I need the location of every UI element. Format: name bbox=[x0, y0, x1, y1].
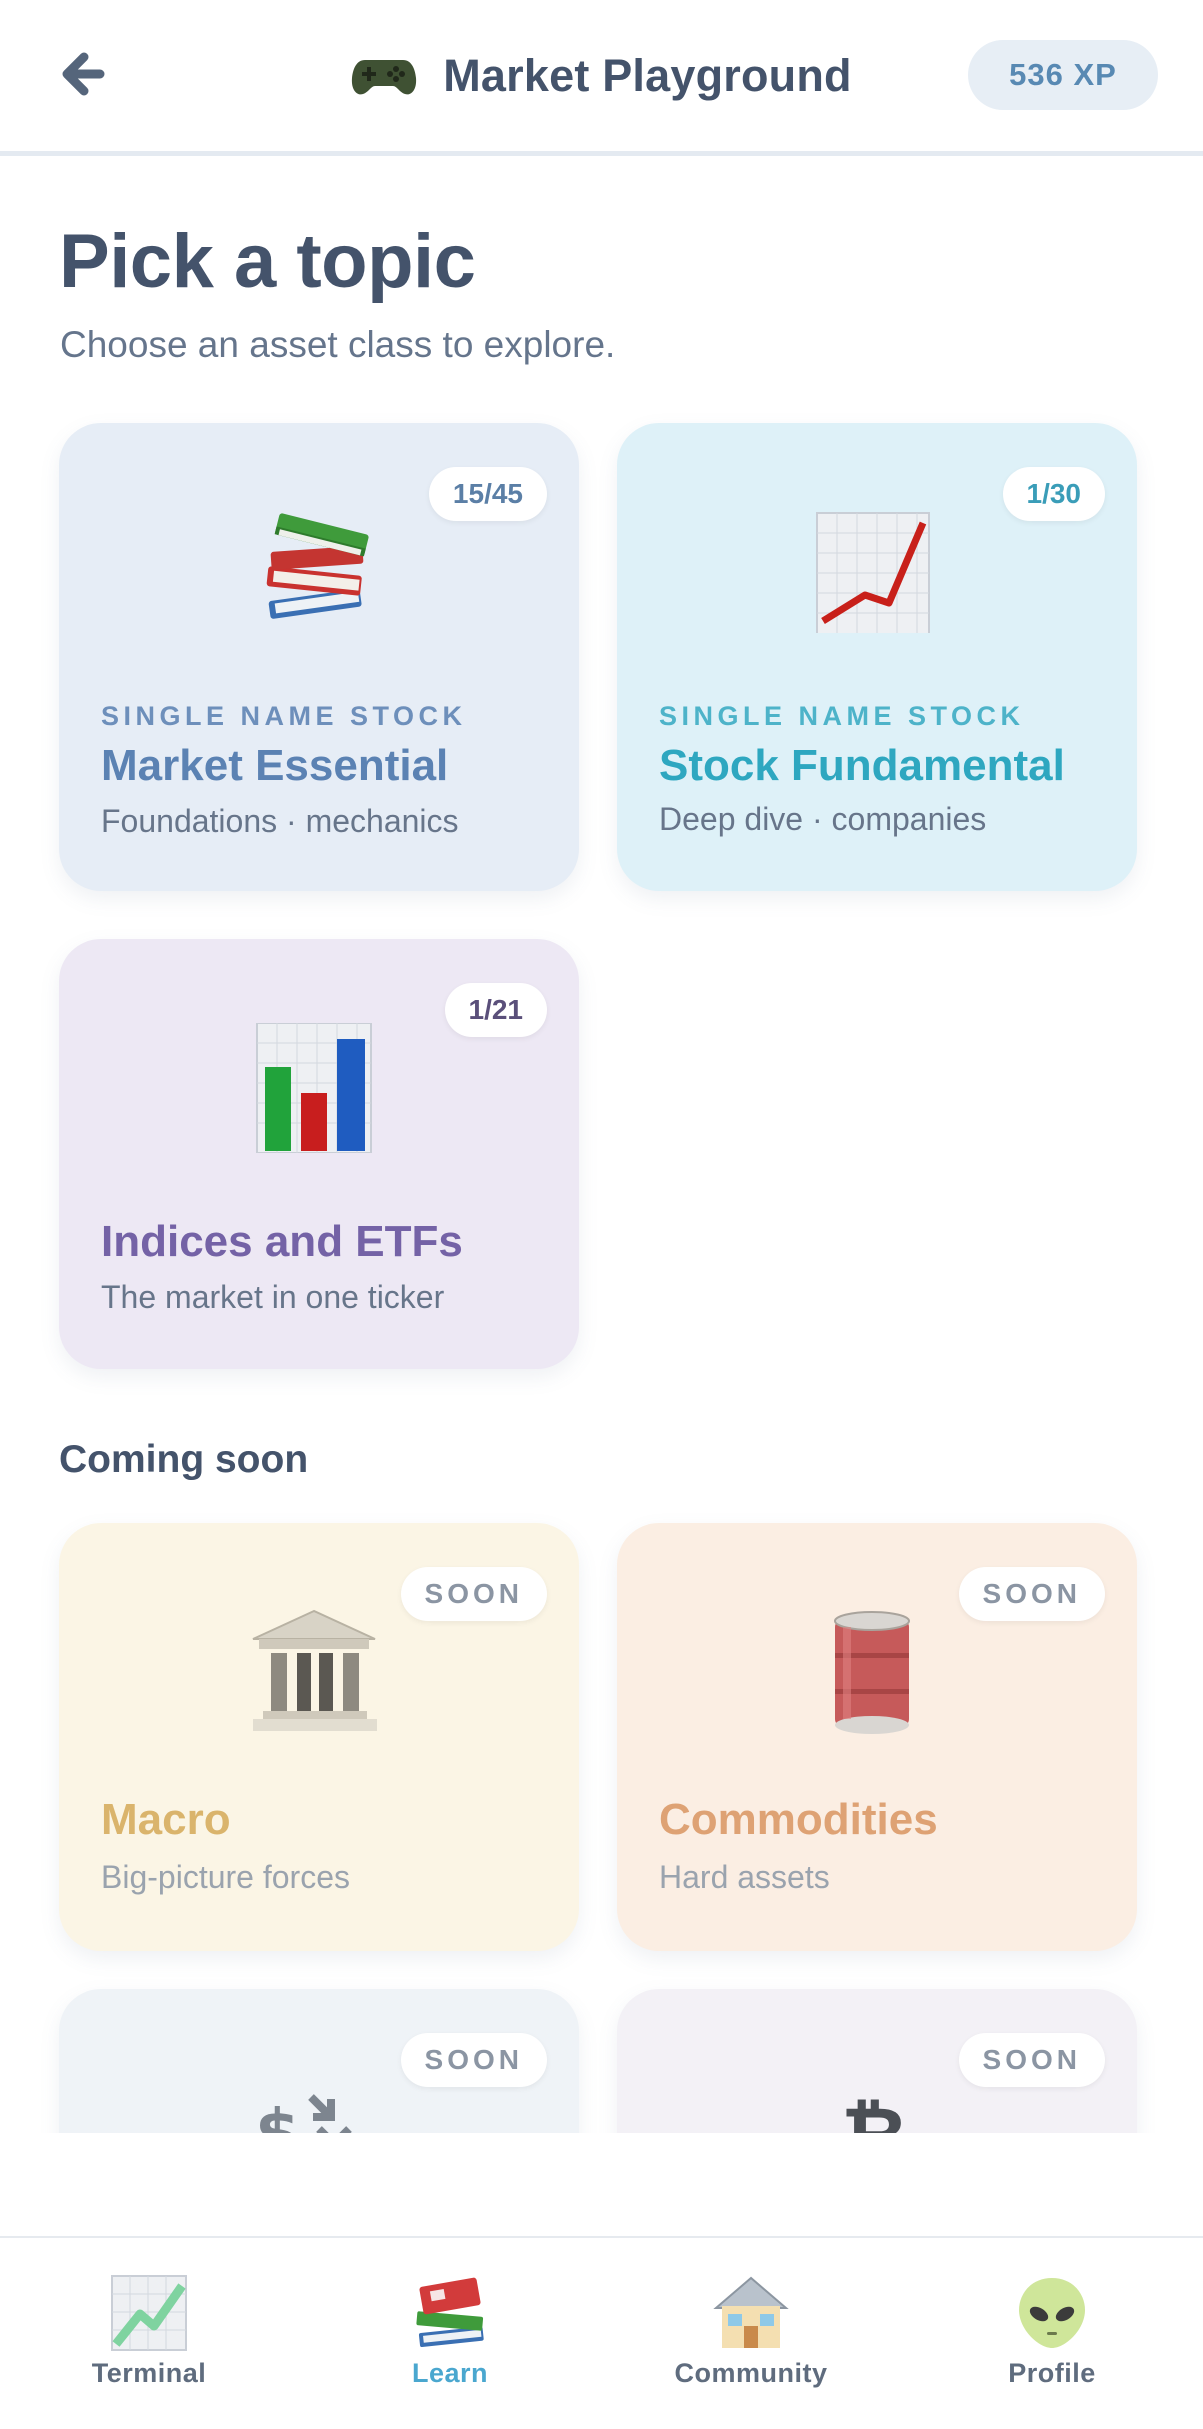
progress-badge: 1/21 bbox=[444, 983, 547, 1037]
topic-description: Deep dive · companies bbox=[659, 801, 987, 837]
house-icon bbox=[713, 2276, 789, 2348]
books-icon bbox=[249, 503, 379, 633]
topic-name: Indices and ETFs bbox=[101, 1217, 463, 1266]
bottom-nav: Terminal Learn Community Profile bbox=[0, 2236, 1203, 2429]
nav-item-community[interactable]: Community bbox=[631, 2274, 871, 2404]
chart-up-icon bbox=[807, 503, 937, 633]
page-title: Pick a topic bbox=[59, 219, 476, 304]
topic-card-commodities[interactable]: SOON Commodities Hard assets bbox=[617, 1523, 1137, 1951]
books-icon bbox=[416, 2277, 484, 2347]
topic-kicker: SINGLE NAME STOCK bbox=[101, 701, 467, 731]
classical-building-icon bbox=[249, 1607, 379, 1737]
page: Market Playground 536 XP Pick a topic Ch… bbox=[0, 0, 1203, 2429]
nav-item-profile[interactable]: Profile bbox=[932, 2274, 1172, 2404]
alien-icon bbox=[1019, 2278, 1085, 2348]
top-bar: Market Playground 536 XP bbox=[0, 0, 1203, 156]
nav-item-learn[interactable]: Learn bbox=[330, 2274, 570, 2404]
topic-name: Market Essential bbox=[101, 741, 449, 790]
topic-card-stock-fundamental[interactable]: 1/30 SINGLE NAME STOCK Stock Fundamental… bbox=[617, 423, 1137, 891]
gamepad-icon bbox=[351, 54, 417, 98]
nav-label: Community bbox=[674, 2358, 828, 2388]
chart-icon bbox=[111, 2275, 187, 2351]
xp-badge[interactable]: 536 XP bbox=[968, 40, 1158, 110]
topic-description: Foundations · mechanics bbox=[101, 803, 459, 839]
app-title: Market Playground bbox=[443, 50, 852, 101]
topic-description: The market in one ticker bbox=[101, 1279, 445, 1315]
topic-name: Commodities bbox=[659, 1795, 938, 1844]
nav-label: Profile bbox=[1008, 2358, 1096, 2388]
bar-chart-icon bbox=[249, 1023, 379, 1153]
nav-item-terminal[interactable]: Terminal bbox=[29, 2274, 269, 2404]
topic-card-macro[interactable]: SOON Macro Big-picture forces bbox=[59, 1523, 579, 1951]
progress-badge: 15/45 bbox=[428, 467, 547, 521]
soon-badge: SOON bbox=[400, 2033, 547, 2087]
progress-badge: 1/30 bbox=[1002, 467, 1105, 521]
soon-badge: SOON bbox=[400, 1567, 547, 1621]
topic-description: Big-picture forces bbox=[101, 1859, 350, 1895]
topic-card-market-essential[interactable]: 15/45 SINGLE NAME STOCK Market Essential… bbox=[59, 423, 579, 891]
nav-label: Terminal bbox=[91, 2358, 207, 2388]
nav-label: Learn bbox=[411, 2358, 489, 2388]
coming-soon-heading: Coming soon bbox=[59, 1438, 309, 1481]
oil-drum-icon bbox=[807, 1607, 937, 1737]
topic-card-indices-etfs[interactable]: 1/21 Indices and ETFs The market in one … bbox=[59, 939, 579, 1369]
page-subtitle: Choose an asset class to explore. bbox=[60, 324, 616, 365]
soon-badge: SOON bbox=[958, 2033, 1105, 2087]
scroll-fade bbox=[0, 2133, 1203, 2238]
topic-name: Macro bbox=[101, 1795, 231, 1844]
soon-badge: SOON bbox=[958, 1567, 1105, 1621]
topic-description: Hard assets bbox=[659, 1859, 830, 1895]
topic-kicker: SINGLE NAME STOCK bbox=[659, 701, 1025, 731]
topic-name: Stock Fundamental bbox=[659, 741, 1065, 790]
